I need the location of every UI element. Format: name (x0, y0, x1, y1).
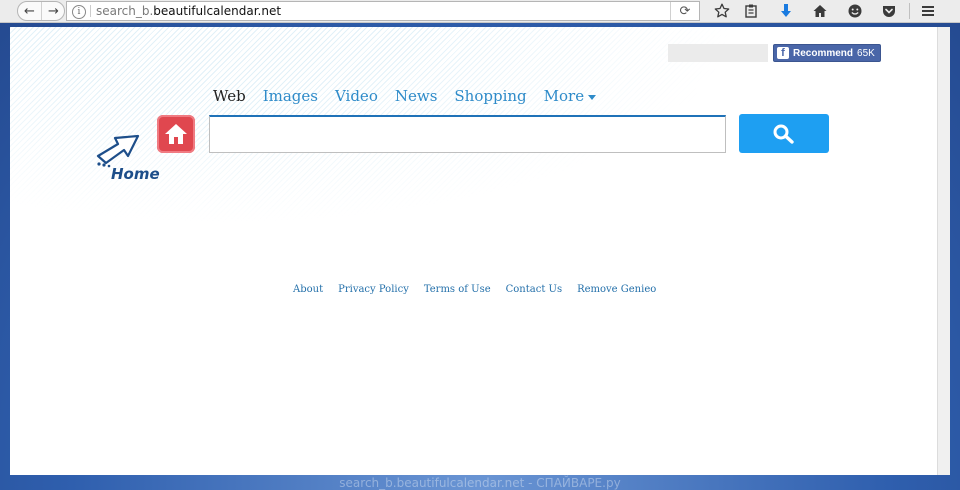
reload-button[interactable]: ⟳ (670, 2, 699, 20)
star-icon[interactable] (712, 2, 732, 20)
vertical-scrollbar[interactable] (937, 27, 950, 475)
facebook-recommend-label: Recommend (793, 47, 854, 59)
footer-link-about[interactable]: About (293, 284, 323, 295)
footer-link-remove-genieo[interactable]: Remove Genieo (577, 284, 656, 295)
pocket-icon[interactable] (879, 2, 899, 20)
url-prefix: search_b. (96, 4, 154, 18)
facebook-icon: f (777, 47, 789, 59)
cursor-arrow-icon (96, 134, 140, 168)
url-text[interactable]: search_b.beautifulcalendar.net (96, 4, 281, 18)
search-input[interactable] (209, 115, 726, 153)
social-placeholder (668, 44, 768, 62)
tab-news[interactable]: News (395, 87, 438, 105)
watermark: search_b.beautifulcalendar.net - СПАЙВАР… (339, 476, 621, 490)
footer-link-contact-us[interactable]: Contact Us (506, 284, 562, 295)
search-button[interactable] (739, 114, 829, 153)
menu-icon[interactable] (918, 2, 938, 20)
footer-links: About Privacy Policy Terms of Use Contac… (293, 284, 671, 295)
home-label: Home (111, 165, 160, 183)
tab-more[interactable]: More (543, 87, 597, 105)
tab-web[interactable]: Web (213, 87, 246, 105)
url-domain: beautifulcalendar.net (153, 4, 282, 18)
tab-more-label: More (543, 87, 585, 105)
home-icon[interactable] (810, 2, 830, 20)
house-icon (157, 115, 195, 153)
home-shortcut[interactable]: Home (94, 114, 204, 192)
nav-button-group: ← → (17, 1, 65, 21)
search-icon (773, 124, 794, 144)
site-info-icon[interactable]: i (72, 5, 86, 19)
footer-link-privacy-policy[interactable]: Privacy Policy (338, 284, 409, 295)
back-button[interactable]: ← (18, 2, 42, 20)
back-arrow-icon: ← (24, 3, 35, 19)
facebook-recommend-count: 65K (857, 47, 875, 59)
forward-button[interactable]: → (42, 2, 65, 20)
clipboard-icon[interactable] (741, 2, 761, 20)
page-viewport: f Recommend 65K Web Images Video News Sh… (10, 27, 937, 475)
reload-icon: ⟳ (679, 3, 691, 19)
address-bar[interactable]: i search_b.beautifulcalendar.net ⟳ (66, 1, 700, 21)
tab-shopping[interactable]: Shopping (454, 87, 526, 105)
tab-video[interactable]: Video (335, 87, 378, 105)
forward-arrow-icon: → (48, 3, 59, 19)
footer-link-terms-of-use[interactable]: Terms of Use (424, 284, 491, 295)
browser-toolbar: ← → i search_b.beautifulcalendar.net ⟳ (0, 0, 960, 23)
facebook-recommend-button[interactable]: f Recommend 65K (773, 44, 881, 62)
emoji-icon[interactable] (845, 2, 865, 20)
url-separator (90, 5, 91, 17)
toolbar-separator (909, 3, 910, 19)
search-tabs: Web Images Video News Shopping More (213, 87, 613, 105)
download-icon[interactable] (776, 2, 796, 20)
tab-images[interactable]: Images (263, 87, 318, 105)
chevron-down-icon (588, 94, 597, 100)
